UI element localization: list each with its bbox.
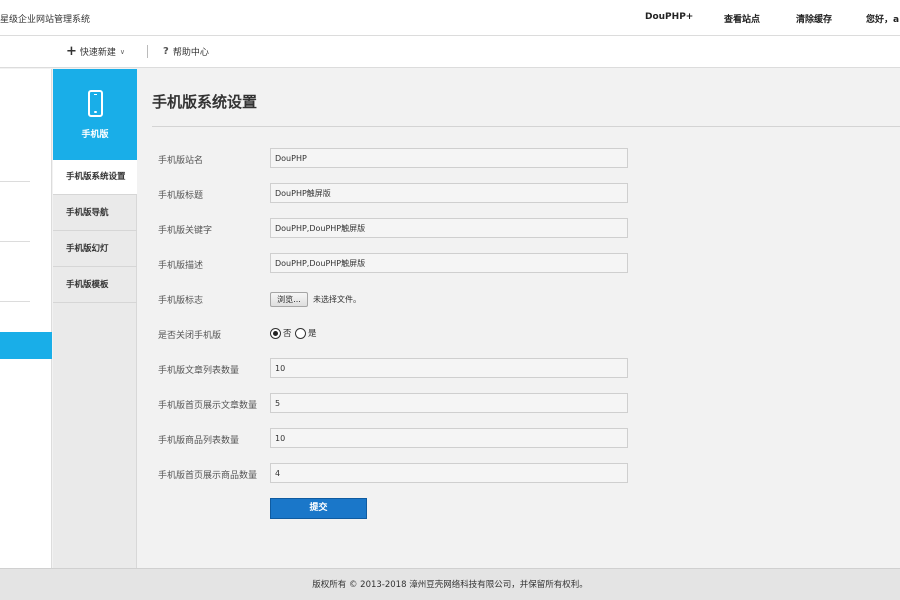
page-title: 手机版系统设置: [152, 93, 258, 111]
mobile-subnav: 手机版 手机版系统设置 手机版导航 手机版幻灯 手机版模板: [53, 69, 137, 568]
product-list-num-input[interactable]: [270, 428, 628, 448]
quick-new-label: 快速新建: [79, 48, 116, 58]
close-mobile-label: 是否关闭手机版: [158, 331, 222, 341]
article-list-num-input[interactable]: [270, 358, 628, 378]
product-list-num-label: 手机版商品列表数量: [158, 436, 240, 446]
top-bar: 星级企业网站管理系统 DouPHP+ 查看站点 清除缓存 您好，a: [0, 0, 900, 36]
question-icon: ?: [163, 46, 169, 57]
file-status-text: 未选择文件。: [313, 295, 361, 304]
home-article-num-input[interactable]: [270, 393, 628, 413]
keywords-input[interactable]: [270, 218, 628, 238]
site-title-label: 手机版标题: [158, 191, 204, 201]
subnav-item-mobile-nav[interactable]: 手机版导航: [53, 196, 137, 231]
close-mobile-yes-radio[interactable]: [295, 328, 306, 339]
mobile-section-title: 手机版: [81, 130, 109, 140]
toolbar-divider: [147, 45, 148, 58]
site-title-input[interactable]: [270, 183, 628, 203]
user-greeting-link[interactable]: 您好，a: [866, 12, 899, 25]
description-input[interactable]: [270, 253, 628, 273]
submit-button[interactable]: 提交: [270, 498, 367, 519]
browse-file-button[interactable]: 浏览...: [270, 292, 308, 307]
title-divider: [152, 126, 900, 127]
mobile-section-header: 手机版: [53, 69, 137, 160]
subnav-item-mobile-theme[interactable]: 手机版模板: [53, 268, 137, 303]
subnav-item-mobile-slideshow[interactable]: 手机版幻灯: [53, 232, 137, 267]
site-name-input[interactable]: [270, 148, 628, 168]
view-site-link[interactable]: 查看站点: [724, 12, 760, 25]
system-title: 星级企业网站管理系统: [0, 15, 91, 25]
chevron-down-icon: ∨: [119, 47, 126, 56]
help-center-label: 帮助中心: [172, 48, 209, 58]
article-list-num-label: 手机版文章列表数量: [158, 366, 240, 376]
main-sidebar: [0, 69, 52, 568]
site-name-label: 手机版站名: [158, 156, 204, 166]
mobile-phone-icon: [88, 90, 103, 117]
clear-cache-link[interactable]: 清除缓存: [796, 12, 832, 25]
quick-toolbar: + 快速新建 ∨ ? 帮助中心: [0, 36, 900, 68]
sidebar-item-active[interactable]: [0, 332, 52, 359]
sidebar-divider: [0, 241, 30, 242]
help-center-link[interactable]: ? 帮助中心: [163, 45, 209, 58]
subnav-item-mobile-settings[interactable]: 手机版系统设置: [53, 160, 137, 195]
close-mobile-no-label: 否: [283, 329, 292, 339]
home-product-num-label: 手机版首页展示商品数量: [158, 471, 258, 481]
home-article-num-label: 手机版首页展示文章数量: [158, 401, 258, 411]
douphp-plus-link[interactable]: DouPHP+: [645, 12, 693, 22]
logo-label: 手机版标志: [158, 296, 204, 306]
close-mobile-yes-label: 是: [308, 329, 317, 339]
keywords-label: 手机版关键字: [158, 226, 213, 236]
quick-new-button[interactable]: + 快速新建 ∨: [66, 43, 126, 59]
sidebar-divider: [0, 301, 30, 302]
footer-copyright: 版权所有 © 2013-2018 漳州豆壳网络科技有限公司，并保留所有权利。: [0, 568, 900, 600]
sidebar-divider: [0, 181, 30, 182]
close-mobile-no-radio[interactable]: [270, 328, 281, 339]
plus-icon: +: [66, 43, 77, 59]
description-label: 手机版描述: [158, 261, 204, 271]
home-product-num-input[interactable]: [270, 463, 628, 483]
main-content: 手机版系统设置 手机版站名 手机版标题 手机版关键字 手机版描述 手机版标志 浏…: [137, 69, 900, 568]
